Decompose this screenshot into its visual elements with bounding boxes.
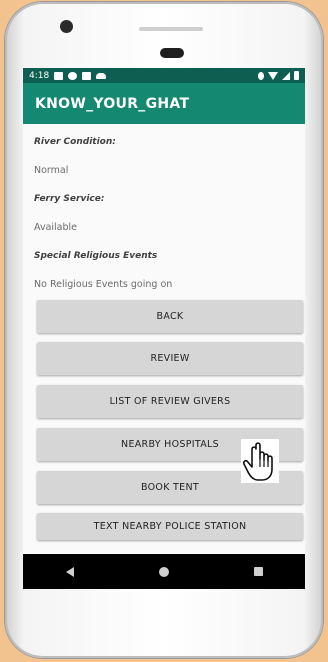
status-time: 4:18 [29, 70, 50, 81]
back-nav-icon[interactable] [65, 566, 74, 577]
review-button[interactable]: REVIEW [37, 342, 303, 375]
back-button[interactable]: BACK [37, 300, 303, 333]
ferry-service-label: Ferry Service: [34, 194, 105, 204]
speaker [160, 48, 184, 58]
earpiece [139, 27, 203, 31]
location-icon [258, 71, 264, 80]
review-givers-button[interactable]: LIST OF REVIEW GIVERS [37, 385, 303, 418]
front-camera [60, 20, 73, 33]
religious-events-label: Special Religious Events [34, 251, 158, 261]
home-nav-icon[interactable] [158, 566, 169, 577]
details-section: River Condition: Normal Ferry Service: A… [23, 124, 305, 307]
recents-nav-icon[interactable] [253, 567, 263, 576]
mail-icon [54, 71, 64, 80]
sd-card-icon [82, 71, 92, 80]
river-condition-value: Normal [34, 165, 69, 176]
navigation-bar [23, 554, 305, 589]
device-screen: 4:18 KNOW_YOUR_GHAT River Condition: Nor… [23, 68, 305, 589]
police-station-button[interactable]: TEXT NEARBY POLICE STATION [37, 513, 303, 540]
record-icon [68, 71, 78, 80]
app-title: KNOW_YOUR_GHAT [35, 95, 190, 112]
battery-icon [294, 71, 299, 80]
river-condition-label: River Condition: [34, 137, 116, 147]
wifi-icon [268, 71, 278, 80]
cloud-icon [96, 72, 107, 79]
signal-icon [282, 71, 290, 80]
ferry-service-value: Available [34, 222, 78, 233]
hand-pointer-icon [241, 439, 279, 483]
status-bar: 4:18 [23, 68, 305, 83]
app-bar: KNOW_YOUR_GHAT [23, 83, 305, 124]
